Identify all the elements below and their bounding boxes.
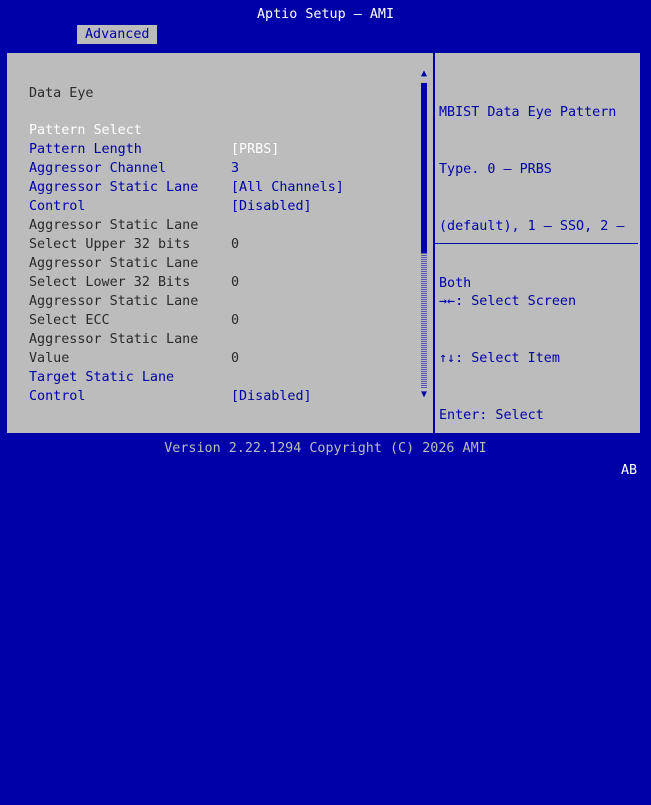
setting-label-continued: Select Upper 32 bits xyxy=(29,237,191,252)
setting-label-continued: Value xyxy=(29,351,70,366)
setting-label: Target Static Lane xyxy=(29,370,175,385)
tab-advanced[interactable]: Advanced xyxy=(77,25,157,44)
help-divider xyxy=(435,243,638,244)
setting-pattern-length[interactable]: Pattern Length 3 xyxy=(7,121,239,176)
setting-label: Aggressor Static Lane xyxy=(29,218,199,233)
setting-value[interactable]: [All Channels] xyxy=(231,178,344,197)
setting-aggressor-channel[interactable]: Aggressor Channel [All Channels] xyxy=(7,140,344,195)
setting-label: Aggressor Static Lane xyxy=(29,180,199,195)
key-legend: →←: Select Screen ↑↓: Select Item Enter:… xyxy=(439,254,639,805)
setting-label: Aggressor Channel xyxy=(29,161,167,176)
setting-value: 0 xyxy=(231,275,240,290)
setting-label-continued: Control xyxy=(29,199,86,214)
key-select-item: ↑↓: Select Item xyxy=(439,351,560,366)
setting-label: Pattern Length xyxy=(29,142,142,157)
scroll-down-icon[interactable]: ▼ xyxy=(419,390,429,400)
setting-label: Pattern Select xyxy=(29,123,142,138)
key-change-opt: +/-: Change Opt. xyxy=(439,465,568,480)
setting-label: Aggressor Static Lane xyxy=(29,256,199,271)
setting-value: 0 xyxy=(231,351,240,366)
setting-label-continued: Select Lower 32 Bits xyxy=(29,275,191,290)
setting-label-continued: Select ECC xyxy=(29,313,110,328)
section-title: Data Eye xyxy=(29,86,94,101)
setting-pattern-select[interactable]: Pattern Select [PRBS] xyxy=(7,102,279,157)
key-enter: Enter: Select xyxy=(439,408,544,423)
setting-value[interactable]: [Disabled] xyxy=(231,197,312,216)
setting-aggressor-upper-32: Aggressor Static Lane 0 xyxy=(7,197,239,252)
version-footer: Version 2.22.1294 Copyright (C) 2026 AMI xyxy=(164,441,487,456)
setting-label-continued: Control xyxy=(29,389,86,404)
key-select-screen: →←: Select Screen xyxy=(439,294,577,309)
setting-label: Aggressor Static Lane xyxy=(29,332,199,347)
main-panel: Data Eye Pattern Select [PRBS] Pattern L… xyxy=(6,52,641,765)
setting-aggressor-lower-32: Aggressor Static Lane 0 xyxy=(7,235,239,290)
setting-value: 0 xyxy=(231,237,240,252)
key-esc: ESC: Exit xyxy=(439,750,512,765)
setting-label: Aggressor Static Lane xyxy=(29,294,199,309)
key-f4: F4: Save & Exit xyxy=(439,693,560,708)
scroll-up-icon[interactable]: ▲ xyxy=(419,69,429,79)
setting-value[interactable]: 3 xyxy=(231,159,239,178)
scrollbar-thumb[interactable] xyxy=(421,83,427,253)
setting-target-static-lane-control[interactable]: Target Static Lane [Disabled] xyxy=(7,349,312,404)
scrollbar-track[interactable] xyxy=(421,253,427,388)
setting-value[interactable]: [Disabled] xyxy=(231,387,312,406)
key-f1: F1: General Help xyxy=(439,522,568,537)
key-f3: F3: Optimized Defaults xyxy=(439,636,617,651)
setting-value: 0 xyxy=(231,313,240,328)
key-f2: F2: Previous Values xyxy=(439,579,593,594)
footer-badge: AB xyxy=(621,463,638,478)
setting-aggressor-static-lane-control[interactable]: Aggressor Static Lane [Disabled] xyxy=(7,159,312,214)
setting-aggressor-ecc: Aggressor Static Lane 0 xyxy=(7,273,239,328)
setting-aggressor-value: Aggressor Static Lane 0 xyxy=(7,311,239,366)
window-title: Aptio Setup – AMI xyxy=(256,7,395,22)
title-bar: Aptio Setup – AMI Advanced xyxy=(0,0,651,44)
setting-value[interactable]: [PRBS] xyxy=(231,140,279,159)
